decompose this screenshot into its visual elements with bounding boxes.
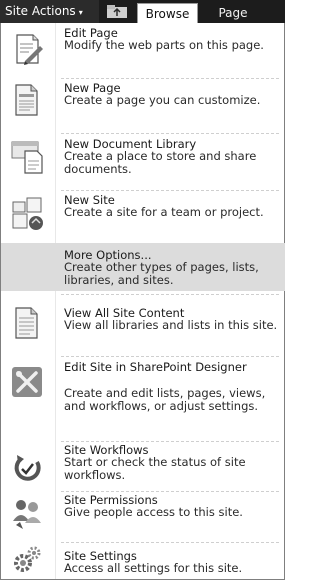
menu-item-site-workflows[interactable]: Site Workflows Start or check the status… — [1, 443, 285, 495]
menu-item-description: Start or check the status of site workfl… — [64, 455, 246, 482]
menu-item-title: Edit Site in SharePoint Designer — [64, 360, 247, 374]
menu-item-description: Access all settings for this site. — [64, 561, 243, 575]
menu-separator — [61, 78, 279, 79]
menu-item-description: Create a site for a team or project. — [64, 205, 264, 219]
new-page-icon — [11, 83, 43, 117]
menu-item-description: Create other types of pages, lists, libr… — [64, 260, 259, 287]
menu-separator — [61, 542, 279, 543]
menu-item-site-settings[interactable]: Site Settings Access all settings for th… — [1, 545, 285, 577]
site-actions-label: Site Actions — [5, 4, 76, 18]
menu-item-description: Create a place to store and share docume… — [64, 149, 257, 176]
menu-item-description: Modify the web parts on this page. — [64, 38, 264, 52]
menu-separator — [61, 491, 279, 492]
menu-item-view-all-site-content[interactable]: View All Site Content View all libraries… — [1, 304, 285, 354]
menu-item-site-permissions[interactable]: Site Permissions Give people access to t… — [1, 493, 285, 539]
new-site-icon — [11, 196, 43, 230]
menu-separator — [61, 294, 279, 295]
sharepoint-designer-icon — [11, 366, 43, 400]
tab-page[interactable]: Page — [203, 3, 263, 23]
workflow-icon — [11, 452, 43, 486]
menu-separator — [61, 356, 279, 357]
site-content-icon — [11, 306, 43, 340]
menu-separator — [61, 190, 279, 191]
folder-up-icon[interactable] — [104, 4, 130, 19]
menu-item-new-site[interactable]: New Site Create a site for a team or pro… — [1, 193, 285, 245]
menu-separator — [61, 441, 279, 442]
menu-item-description: Create and edit lists, pages, views, and… — [64, 386, 266, 413]
ribbon-bar: Site Actions ▾ Browse Page — [0, 0, 285, 23]
tab-browse[interactable]: Browse — [137, 3, 198, 23]
site-actions-dropdown: Edit Page Modify the web parts on this p… — [0, 23, 285, 580]
menu-item-new-page[interactable]: New Page Create a page you can customize… — [1, 81, 285, 131]
menu-item-edit-page[interactable]: Edit Page Modify the web parts on this p… — [1, 25, 285, 77]
menu-item-description: Create a page you can customize. — [64, 93, 261, 107]
menu-item-description: Give people access to this site. — [64, 505, 243, 519]
menu-separator — [61, 133, 279, 134]
permissions-icon — [11, 497, 43, 531]
document-library-icon — [11, 139, 43, 174]
menu-item-edit-site-sharepoint-designer[interactable]: Edit Site in SharePoint Designer Create … — [1, 361, 285, 441]
site-actions-menu-button[interactable]: Site Actions ▾ — [0, 0, 99, 23]
edit-page-icon — [11, 32, 43, 66]
menu-item-description: View all libraries and lists in this sit… — [64, 318, 278, 332]
menu-item-more-options[interactable]: More Options... Create other types of pa… — [1, 243, 285, 291]
menu-item-new-document-library[interactable]: New Document Library Create a place to s… — [1, 137, 285, 189]
settings-gear-icon — [11, 543, 43, 577]
chevron-down-icon: ▾ — [78, 8, 83, 17]
